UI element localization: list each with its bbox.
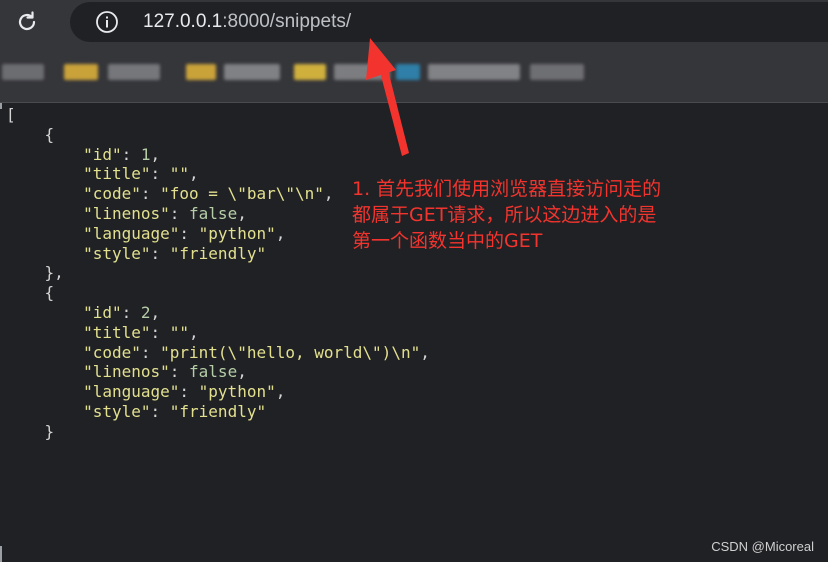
annotation-line-3: 第一个函数当中的GET [352, 228, 732, 254]
text-caret [0, 546, 2, 562]
bookmarks-bar [0, 44, 828, 103]
record-2-linenos: false [189, 362, 237, 381]
bookmark-item[interactable] [224, 64, 280, 80]
record-1-code: "foo = \"bar\"\n" [160, 184, 324, 203]
json-response: [ { "id": 1, "title": "", "code": "foo =… [6, 105, 430, 442]
scroll-marker [0, 103, 2, 109]
record-2-title: "" [170, 323, 189, 342]
bookmark-item[interactable] [108, 64, 160, 80]
bookmark-item[interactable] [334, 64, 390, 80]
bookmark-item[interactable] [530, 64, 584, 80]
bookmark-item[interactable] [2, 64, 44, 80]
record-1-linenos: false [189, 204, 237, 223]
address-bar[interactable]: 127.0.0.1:8000/snippets/ [70, 2, 828, 42]
annotation-line-1: 1. 首先我们使用浏览器直接访问走的 [352, 176, 732, 202]
url-path: :8000/snippets/ [222, 11, 351, 32]
url-text[interactable]: 127.0.0.1:8000/snippets/ [143, 8, 351, 36]
watermark: CSDN @Micoreal [711, 539, 814, 554]
open-bracket: [ [6, 105, 16, 124]
annotation-line-2: 都属于GET请求，所以这边进入的是 [352, 202, 732, 228]
record-1-id: 1 [141, 145, 151, 164]
page-viewport: [ { "id": 1, "title": "", "code": "foo =… [0, 103, 828, 562]
record-2-language: "python" [199, 382, 276, 401]
bookmark-item[interactable] [396, 64, 420, 80]
reload-icon [14, 9, 40, 35]
record-2-style: "friendly" [170, 402, 266, 421]
record-1-style: "friendly" [170, 244, 266, 263]
record-2-code: "print(\"hello, world\")\n" [160, 343, 420, 362]
bookmark-item[interactable] [186, 64, 216, 80]
bookmark-item[interactable] [294, 64, 326, 80]
record-1-title: "" [170, 164, 189, 183]
bookmark-item[interactable] [64, 64, 98, 80]
info-icon[interactable] [95, 10, 119, 34]
url-host: 127.0.0.1 [143, 11, 222, 32]
annotation-note: 1. 首先我们使用浏览器直接访问走的 都属于GET请求，所以这边进入的是 第一个… [352, 176, 732, 254]
browser-toolbar: 127.0.0.1:8000/snippets/ [0, 0, 828, 44]
reload-button[interactable] [14, 9, 40, 35]
bookmark-item[interactable] [428, 64, 520, 80]
record-1-language: "python" [199, 224, 276, 243]
record-2-id: 2 [141, 303, 151, 322]
